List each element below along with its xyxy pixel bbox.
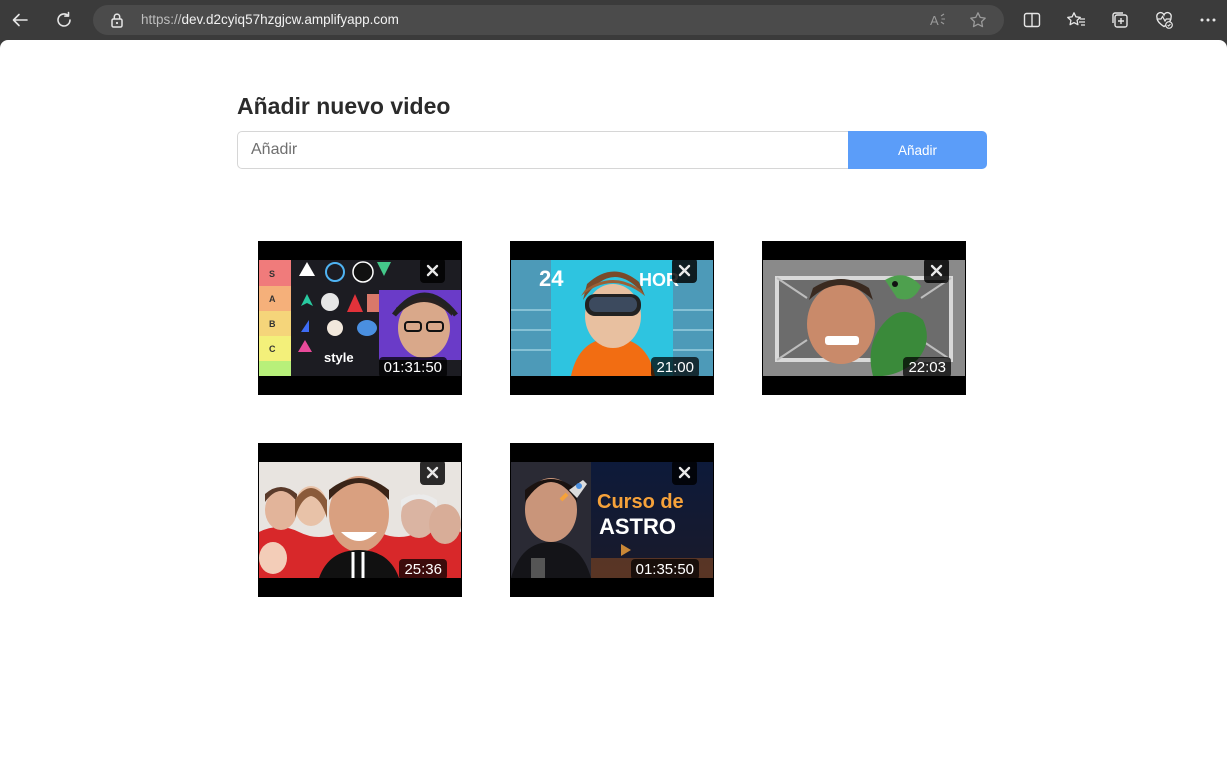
back-icon[interactable] <box>6 6 34 34</box>
video-duration: 22:03 <box>903 357 951 378</box>
url-text[interactable]: https://dev.d2cyiq57hzgjcw.amplifyapp.co… <box>141 12 399 27</box>
browser-essentials-icon[interactable] <box>1152 8 1176 32</box>
video-duration: 25:36 <box>399 559 447 580</box>
video-card[interactable]: 25:36 <box>258 443 462 597</box>
add-button[interactable]: Añadir <box>848 131 987 169</box>
close-icon <box>930 264 943 277</box>
close-icon <box>678 264 691 277</box>
thumbnail-24-text: 24 <box>539 266 564 291</box>
remove-video-button[interactable] <box>420 258 445 283</box>
thumbnail-curso-text: Curso de <box>597 491 684 513</box>
close-icon <box>678 466 691 479</box>
more-icon[interactable] <box>1196 8 1220 32</box>
video-duration: 01:31:50 <box>378 357 447 378</box>
remove-video-button[interactable] <box>420 460 445 485</box>
collections-icon[interactable] <box>1108 8 1132 32</box>
video-duration: 21:00 <box>651 357 699 378</box>
refresh-icon[interactable] <box>50 6 78 34</box>
page-content: Añadir nuevo video Añadir S A B C <box>0 40 1227 757</box>
thumbnail-style-text: style <box>324 350 354 365</box>
add-video-form: Añadir <box>237 131 987 169</box>
video-card[interactable]: 22:03 <box>762 241 966 395</box>
browser-toolbar: https://dev.d2cyiq57hzgjcw.amplifyapp.co… <box>0 0 1227 40</box>
close-icon <box>426 466 439 479</box>
page-title: Añadir nuevo video <box>237 93 451 119</box>
tier-label-c: C <box>269 344 276 354</box>
remove-video-button[interactable] <box>672 258 697 283</box>
video-card[interactable]: 24 HOR 21:00 <box>510 241 714 395</box>
favorite-star-icon[interactable] <box>968 10 988 30</box>
address-bar[interactable]: https://dev.d2cyiq57hzgjcw.amplifyapp.co… <box>93 5 1004 35</box>
video-duration: 01:35:50 <box>630 559 699 580</box>
video-card[interactable]: Curso de ASTRO 01:35:50 <box>510 443 714 597</box>
favorites-icon[interactable] <box>1064 8 1088 32</box>
tier-label-s: S <box>269 269 275 279</box>
close-icon <box>426 264 439 277</box>
remove-video-button[interactable] <box>924 258 949 283</box>
svg-text:A: A <box>930 13 939 28</box>
remove-video-button[interactable] <box>672 460 697 485</box>
video-grid: S A B C style 01:31:50 24 HOR 21:00 22:0… <box>258 241 966 597</box>
thumbnail-astro-text: ASTRO <box>599 514 676 539</box>
video-url-input[interactable] <box>237 131 848 169</box>
split-screen-icon[interactable] <box>1020 8 1044 32</box>
lock-icon[interactable] <box>110 12 124 33</box>
video-card[interactable]: S A B C style 01:31:50 <box>258 241 462 395</box>
read-aloud-icon[interactable]: A <box>928 10 948 30</box>
tier-label-a: A <box>269 294 276 304</box>
tier-label-b: B <box>269 319 276 329</box>
